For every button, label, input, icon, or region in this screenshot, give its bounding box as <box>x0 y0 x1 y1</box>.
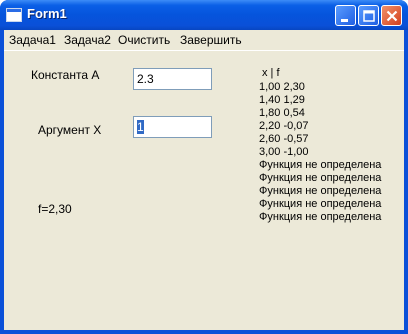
maximize-icon <box>363 10 375 22</box>
menu-task1[interactable]: Задача1 <box>9 33 56 47</box>
output-line: 1,00 2,30 <box>259 81 305 93</box>
window-title: Form1 <box>27 6 67 21</box>
output-line: 1,80 0,54 <box>259 107 305 119</box>
output-line: 1,40 1,29 <box>259 94 305 106</box>
argument-x-label: Аргумент Х <box>38 123 102 137</box>
maximize-button[interactable] <box>358 5 379 26</box>
menu-clear[interactable]: Очистить <box>118 33 170 47</box>
close-icon <box>386 10 398 22</box>
constant-a-input[interactable]: 2.3 <box>133 68 212 90</box>
constant-a-label: Константа А <box>31 68 100 82</box>
output-line: Функция не определена <box>259 159 382 171</box>
output-line: 2,20 -0,07 <box>259 120 309 132</box>
output-line: Функция не определена <box>259 198 382 210</box>
argument-x-value: 1 <box>137 120 144 134</box>
output-line: Функция не определена <box>259 185 382 197</box>
menu-exit[interactable]: Завершить <box>180 33 242 47</box>
title-bar[interactable]: Form1 <box>0 0 408 30</box>
output-line: Функция не определена <box>259 172 382 184</box>
menu-task2[interactable]: Задача2 <box>64 33 111 47</box>
argument-x-input[interactable]: 1 <box>133 116 212 138</box>
output-line: 2,60 -0,57 <box>259 133 309 145</box>
app-icon[interactable] <box>6 8 22 22</box>
output-line: Функция не определена <box>259 211 382 223</box>
client-area: Задача1 Задача2 Очистить Завершить Конст… <box>4 30 404 330</box>
minimize-button[interactable] <box>335 5 356 26</box>
close-button[interactable] <box>381 5 402 26</box>
menu-bar: Задача1 Задача2 Очистить Завершить <box>4 30 404 51</box>
output-header: x | f <box>262 67 280 79</box>
output-line: 3,00 -1,00 <box>259 146 309 158</box>
result-label: f=2,30 <box>38 202 72 216</box>
app-window: Form1 Задача1 Задача2 Очистить Завершить… <box>0 0 408 334</box>
minimize-icon <box>341 19 348 22</box>
